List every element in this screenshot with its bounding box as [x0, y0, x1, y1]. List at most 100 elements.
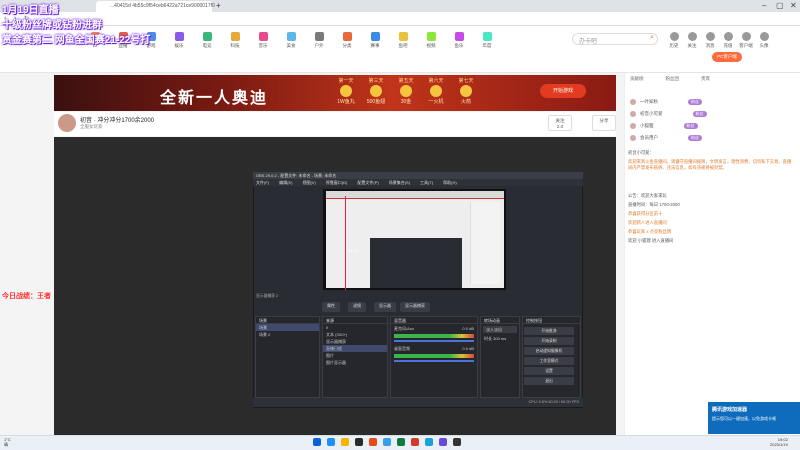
- taskbar-app-icon[interactable]: [313, 438, 321, 446]
- obs-title: OBS 29.0.2 - 配置文件: 未命名 - 场景: 未命名: [253, 172, 583, 179]
- chat-message: 恭喜获得分区前十: [628, 211, 663, 216]
- control-button[interactable]: 开始录制: [524, 337, 574, 345]
- taskbar-app-icon[interactable]: [341, 438, 349, 446]
- preview-nested-obs: [370, 238, 462, 288]
- control-button[interactable]: 开始推流: [524, 327, 574, 335]
- obs-menu-item[interactable]: 停靠窗口(D): [326, 180, 348, 185]
- control-button[interactable]: 设置: [524, 367, 574, 375]
- header-item-1[interactable]: 关注: [684, 32, 700, 49]
- banner-prize-icon: [400, 85, 412, 97]
- scene-item[interactable]: 场景 2: [256, 331, 319, 338]
- header-item-label: 客户端: [739, 43, 753, 48]
- transition-select[interactable]: 淡入淡出: [483, 326, 517, 333]
- nav-item-6[interactable]: 音乐: [252, 32, 274, 49]
- nav-icon: [398, 32, 408, 41]
- source-item[interactable]: 图片显示器: [323, 359, 387, 366]
- nav-item-13[interactable]: 鱼乐: [448, 32, 470, 49]
- volume-slider[interactable]: [394, 340, 474, 342]
- mixer-row: 麦克风/Aux 0.0 dB: [394, 326, 474, 332]
- nav-item-12[interactable]: 视频: [420, 32, 442, 49]
- chat-tab[interactable]: 粉丝团: [666, 76, 680, 81]
- nav-label: 鱼吧: [398, 43, 408, 48]
- taskbar-app-icon[interactable]: [453, 438, 461, 446]
- chat-tab[interactable]: 贡献榜: [630, 76, 644, 81]
- weather-widget[interactable]: 1°C 晴: [4, 437, 11, 448]
- obs-menu-item[interactable]: 视图(V): [302, 180, 315, 185]
- obs-menu-item[interactable]: 工具(T): [420, 180, 433, 185]
- transition-duration[interactable]: 时长 300 ms: [481, 335, 519, 342]
- obs-menu-item[interactable]: 帮助(H): [443, 180, 457, 185]
- obs-menu-item[interactable]: 场景集合(S): [389, 180, 410, 185]
- nav-label: 分类: [342, 43, 352, 48]
- source-item[interactable]: 文本 (GDI+): [323, 331, 387, 338]
- url-text[interactable]: ...40415d 4b55c9f54ceb6422a721ce9000017f…: [110, 2, 530, 11]
- nav-item-10[interactable]: 赛事: [364, 32, 386, 49]
- search-icon[interactable]: ⌕: [650, 34, 654, 42]
- volume-slider[interactable]: [394, 360, 474, 362]
- obs-status-text: CPU: 0.6% 60.00 / 60.00 FPS: [528, 400, 579, 404]
- minimize-icon[interactable]: –: [762, 1, 766, 10]
- nav-item-11[interactable]: 鱼吧: [392, 32, 414, 49]
- chat-tab[interactable]: 贵宾: [701, 76, 710, 81]
- source-item[interactable]: 直播日程: [323, 345, 387, 352]
- obs-toolbar-button[interactable]: 显示器捕获: [400, 302, 430, 312]
- banner-prize-icon: [430, 85, 442, 97]
- taskbar-app-icon[interactable]: [383, 438, 391, 446]
- obs-menu-item[interactable]: 文件(F): [256, 180, 269, 185]
- taskbar-app-icon[interactable]: [425, 438, 433, 446]
- banner-play-button[interactable]: 开始游戏: [540, 84, 586, 98]
- pc-client-button[interactable]: PC客户端: [712, 52, 742, 62]
- nav-item-7[interactable]: 美食: [280, 32, 302, 49]
- header-item-2[interactable]: 消息: [702, 32, 718, 49]
- taskbar-app-icon[interactable]: [355, 438, 363, 446]
- source-item[interactable]: 显示器捕获: [323, 338, 387, 345]
- taskbar-app-icon[interactable]: [439, 438, 447, 446]
- banner-prize: 30金: [400, 99, 412, 105]
- rank-row[interactable]: 会员用户 粉丝: [630, 135, 705, 145]
- control-button[interactable]: 启动虚拟摄像机: [524, 347, 574, 355]
- close-icon[interactable]: ✕: [790, 1, 797, 10]
- obs-menu-item[interactable]: 编辑(E): [279, 180, 292, 185]
- control-button[interactable]: 工作室模式: [524, 357, 574, 365]
- header-item-5[interactable]: 头像: [756, 32, 772, 49]
- obs-toolbar-button[interactable]: 属性: [322, 302, 340, 312]
- taskbar-app-icon[interactable]: [397, 438, 405, 446]
- duration-label: 时长: [484, 336, 492, 341]
- rank-row[interactable]: 一叶知秋 粉丝: [630, 99, 705, 109]
- obs-toolbar-button[interactable]: 滤镜: [348, 302, 366, 312]
- streamer-avatar[interactable]: [58, 114, 76, 132]
- source-item[interactable]: ll: [323, 324, 387, 331]
- taskbar-app-icon[interactable]: [369, 438, 377, 446]
- nav-icon: [286, 32, 296, 41]
- obs-toolbar-button[interactable]: 显示器: [374, 302, 396, 312]
- nav-item-5[interactable]: 科技: [224, 32, 246, 49]
- address-bar[interactable]: [0, 12, 800, 26]
- mixer-row: 桌面音频 0.0 dB: [394, 346, 474, 352]
- control-button[interactable]: 退出: [524, 377, 574, 385]
- follow-button[interactable]: 关注 2.0: [548, 115, 572, 131]
- taskbar-clock[interactable]: 19:02 2023/1/19: [770, 437, 788, 447]
- header-item-3[interactable]: 充值: [720, 32, 736, 49]
- rank-row[interactable]: 小狐狸 粉丝: [630, 123, 701, 133]
- search-input[interactable]: 办卡吧: [572, 33, 658, 45]
- nav-label: 美食: [286, 43, 296, 48]
- site-logo[interactable]: [58, 55, 72, 69]
- nav-item-4[interactable]: 电竞: [196, 32, 218, 49]
- nav-item-14[interactable]: 年度: [476, 32, 498, 49]
- header-item-4[interactable]: 客户端: [738, 32, 754, 49]
- nav-item-9[interactable]: 分类: [336, 32, 358, 49]
- header-item-0[interactable]: 历史: [666, 32, 682, 49]
- taskbar-app-icon[interactable]: [411, 438, 419, 446]
- obs-menu-item[interactable]: 配置文件(P): [357, 180, 378, 185]
- nav-item-3[interactable]: 娱乐: [168, 32, 190, 49]
- source-item[interactable]: 图片: [323, 352, 387, 359]
- scene-item[interactable]: 场景: [256, 324, 319, 331]
- share-button[interactable]: 分享: [592, 115, 616, 131]
- taskbar-app-icon[interactable]: [327, 438, 335, 446]
- rank-row[interactable]: 初音小可爱 粉丝: [630, 111, 710, 121]
- rank-name: 小狐狸: [640, 123, 654, 129]
- nav-item-8[interactable]: 户外: [308, 32, 330, 49]
- maximize-icon[interactable]: ▢: [776, 1, 784, 10]
- notification-toast[interactable]: 腾讯游戏加速器 提示您可以一键加速，以免游戏卡顿: [708, 402, 800, 434]
- scenes-panel: 场景 场景 场景 2: [255, 316, 320, 398]
